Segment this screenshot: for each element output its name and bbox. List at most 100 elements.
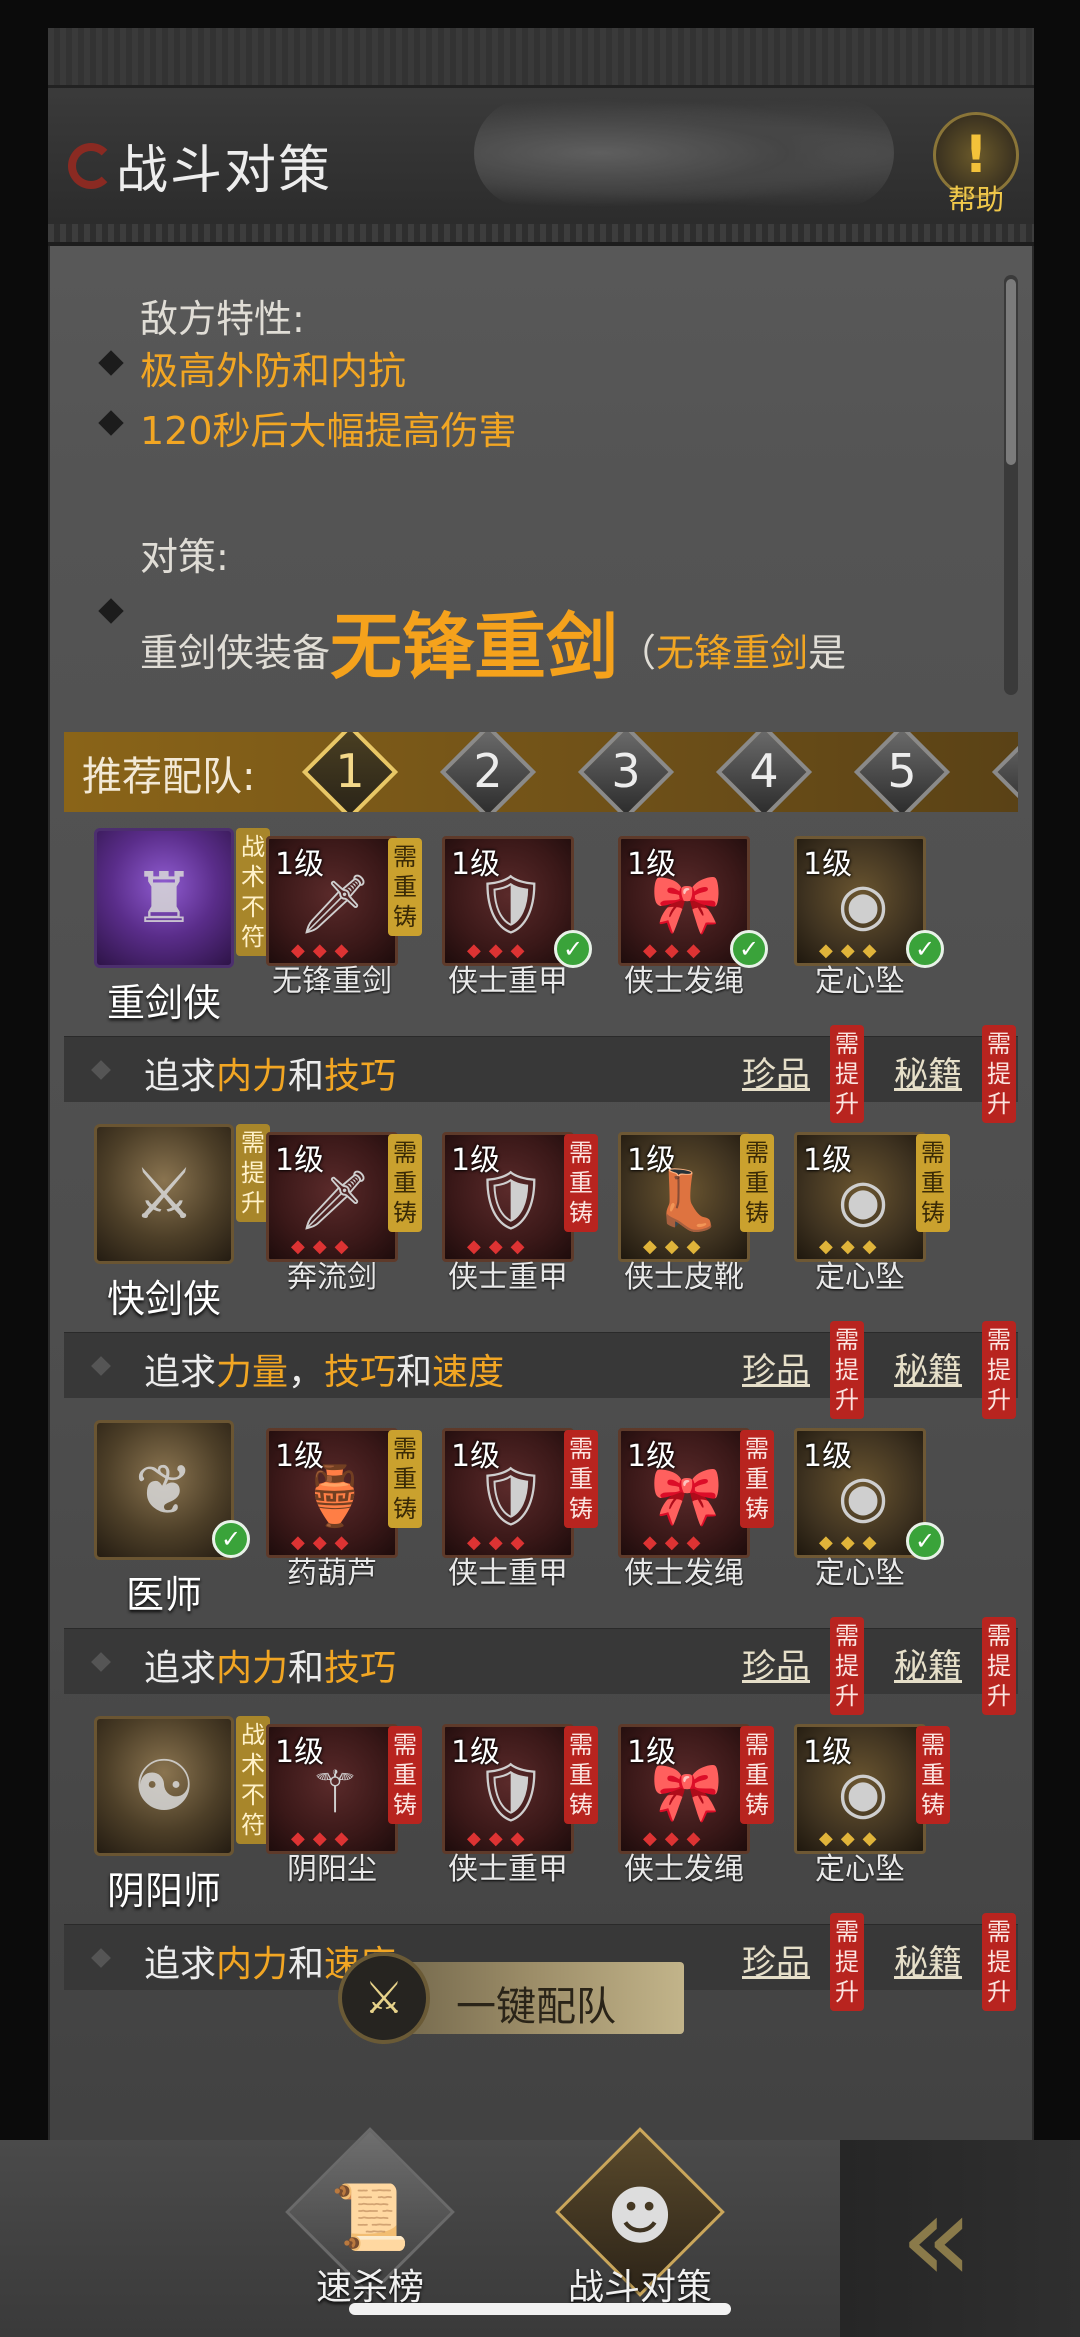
pursue-stat-b: 技巧 xyxy=(324,1648,397,1689)
tab-diamond-shape xyxy=(991,732,1018,812)
team-tab-3[interactable]: 3 xyxy=(577,732,675,812)
team-tab-1[interactable]: 1 xyxy=(301,732,399,812)
boots-icon: 👢 xyxy=(650,1166,724,1234)
treasure-link[interactable]: 珍品 xyxy=(742,1047,810,1096)
title-mark-icon xyxy=(68,142,114,189)
hero-status-tag: 战术不符 xyxy=(236,828,270,956)
hero-portrait[interactable]: ☯ xyxy=(94,1716,234,1856)
shield-crest-icon: ♜ xyxy=(132,857,196,939)
manual-link[interactable]: 秘籍 xyxy=(894,1343,962,1392)
pursue-text: 追求力量，技巧和速度 xyxy=(144,1343,504,1395)
manual-upgrade-tag: 需提升 xyxy=(982,1321,1016,1419)
hero-name: 医师 xyxy=(125,1573,202,1617)
reforge-tag: 需重铸 xyxy=(740,1430,774,1528)
double-chevron-left-icon: « xyxy=(900,2170,974,2309)
treasure-link[interactable]: 珍品 xyxy=(742,1343,810,1392)
shield-sword-icon: ⚔ xyxy=(338,1952,430,2044)
pursue-text: 追求内力和技巧 xyxy=(144,1639,396,1691)
check-icon: ✓ xyxy=(906,1522,944,1560)
help-label: 帮助 xyxy=(947,183,1004,216)
scrollbar-thumb[interactable] xyxy=(1006,279,1016,465)
item-name: 定心坠 xyxy=(815,1852,905,1887)
treasure-link[interactable]: 珍品 xyxy=(742,1935,810,1984)
counter-weapon: 无锋重剑 xyxy=(330,605,619,689)
armor-icon: 🛡 xyxy=(474,1166,548,1234)
trait-1: 极高外防和内抗 xyxy=(140,349,407,393)
tab-number: 4 xyxy=(749,744,779,798)
team-tab-4[interactable]: 4 xyxy=(715,732,813,812)
pursue-sep: ， xyxy=(288,1352,325,1393)
reforge-tag: 需重铸 xyxy=(564,1134,598,1232)
pendant-icon: ◉ xyxy=(837,1758,889,1826)
manual-link[interactable]: 秘籍 xyxy=(894,1639,962,1688)
cloud-decoration xyxy=(474,98,894,208)
equipment-slot[interactable]: 1级 🛡 ◆◆◆ xyxy=(442,1428,574,1558)
check-icon: ✓ xyxy=(212,1520,250,1558)
one-click-team-button[interactable]: ⚔ 一键配队 xyxy=(338,1952,688,2044)
tab-number: 1 xyxy=(335,744,365,798)
equipment-slot[interactable]: 1级 🎀 ◆◆◆ xyxy=(618,1428,750,1558)
hero-portrait[interactable]: ♜ xyxy=(94,828,234,968)
counter-paren-weapon: 无锋重剑 xyxy=(656,631,809,675)
pursue-stat-c: 速度 xyxy=(432,1352,505,1393)
item-name: 药葫芦 xyxy=(287,1556,377,1591)
tab-number: 2 xyxy=(473,744,503,798)
sword-icon: 🗡 xyxy=(298,1166,372,1234)
manual-link[interactable]: 秘籍 xyxy=(894,1935,962,1984)
header-pattern-bottom xyxy=(48,224,1034,242)
pendant-icon: ◉ xyxy=(837,1166,889,1234)
treasure-link[interactable]: 珍品 xyxy=(742,1639,810,1688)
manual-link[interactable]: 秘籍 xyxy=(894,1047,962,1096)
scroll-glyph: 📜 xyxy=(330,2181,410,2255)
armor-icon: 🛡 xyxy=(474,1462,548,1530)
armor-icon: 🛡 xyxy=(474,1758,548,1826)
check-icon: ✓ xyxy=(730,930,768,968)
equipment-slot[interactable]: 1级 👢 ◆◆◆ xyxy=(618,1132,750,1262)
pursue-stat-b: 技巧 xyxy=(324,1352,397,1393)
item-name: 侠士重甲 xyxy=(448,1556,568,1591)
team-tab-5[interactable]: 5 xyxy=(853,732,951,812)
header-pattern xyxy=(48,28,1034,88)
pursue-stat-a: 内力 xyxy=(216,1648,289,1689)
reforge-tag: 需重铸 xyxy=(388,1430,422,1528)
info-scrollbar[interactable] xyxy=(1004,275,1018,695)
hero-name: 重剑侠 xyxy=(106,981,221,1025)
counter-text: 重剑侠装备无锋重剑（无锋重剑是 xyxy=(140,588,846,693)
pursue-sep: 和 xyxy=(288,1056,325,1097)
whisk-icon: ⚚ xyxy=(309,1758,361,1826)
bullet-icon xyxy=(91,1356,111,1376)
help-button[interactable]: ! 帮助 xyxy=(926,112,1026,222)
bullet-icon xyxy=(91,1652,111,1672)
hero-name: 快剑侠 xyxy=(106,1277,221,1321)
back-button[interactable]: « xyxy=(840,2140,1080,2337)
pursue-prefix: 追求 xyxy=(144,1648,217,1689)
reforge-tag: 需重铸 xyxy=(916,1134,950,1232)
counter-paren-open: （ xyxy=(618,631,657,675)
armor-icon: 🛡 xyxy=(474,870,548,938)
bullet-icon xyxy=(91,1060,111,1080)
team-row: ♜ 重剑侠 战术不符 1级 🗡 ◆◆◆ 无锋重剑 需重铸 1级 🛡 ◆◆◆ 侠士重甲 ✓ 1级 🎀 ◆◆◆ 侠士… xyxy=(64,828,1018,1123)
equipment-slot[interactable]: 1级 🏺 ◆◆◆ xyxy=(266,1428,398,1558)
reforge-tag: 需重铸 xyxy=(388,838,422,936)
equipment-slot[interactable]: 1级 🎀 ◆◆◆ xyxy=(618,1724,750,1854)
equipment-slot[interactable]: 1级 🗡 ◆◆◆ xyxy=(266,836,398,966)
pursue-sep: 和 xyxy=(288,1648,325,1689)
equipment-slot[interactable]: 1级 🛡 ◆◆◆ xyxy=(442,1724,574,1854)
tab-number: 5 xyxy=(887,744,917,798)
equipment-slot[interactable]: 1级 ⚚ ◆◆◆ xyxy=(266,1724,398,1854)
reforge-tag: 需重铸 xyxy=(916,1726,950,1824)
pursue-row: 追求内力和技巧 珍品 需提升 秘籍 需提升 xyxy=(64,1617,1018,1715)
mask-glyph: ☻ xyxy=(606,2180,674,2254)
team-tab-2[interactable]: 2 xyxy=(439,732,537,812)
equipment-slot[interactable]: 1级 🗡 ◆◆◆ xyxy=(266,1132,398,1262)
equipment-slot[interactable]: 1级 ◉ ◆◆◆ xyxy=(794,1724,926,1854)
home-indicator[interactable] xyxy=(349,2303,731,2315)
equipment-slot[interactable]: 1级 🛡 ◆◆◆ xyxy=(442,1132,574,1262)
hero-portrait[interactable]: ⚔ xyxy=(94,1124,234,1264)
tab-number: 3 xyxy=(611,744,641,798)
equipment-slot[interactable]: 1级 ◉ ◆◆◆ xyxy=(794,1132,926,1262)
pursue-row: 追求内力和技巧 珍品 需提升 秘籍 需提升 xyxy=(64,1025,1018,1123)
team-tab-more[interactable] xyxy=(991,732,1018,812)
reforge-tag: 需重铸 xyxy=(388,1134,422,1232)
page-title: 战斗对策 xyxy=(116,141,333,201)
